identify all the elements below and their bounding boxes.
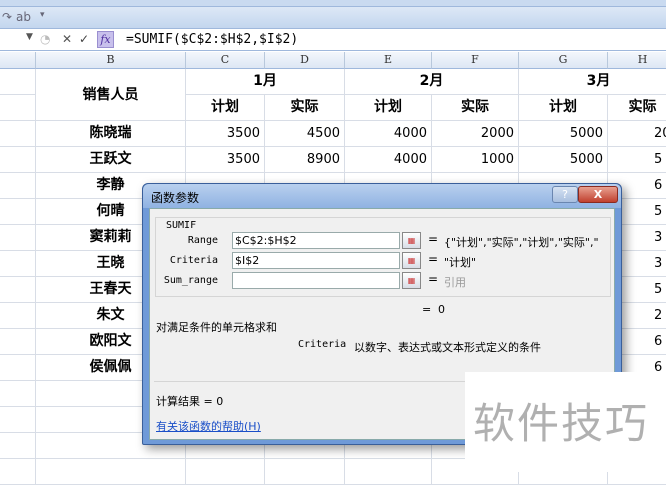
formula-bar: ▼ ◔ ✕ ✓ fx =SUMIF($C$2:$H$2,$I$2) [0, 29, 666, 51]
value-cell[interactable]: 20 [608, 121, 666, 147]
watermark: 软件技巧 [465, 372, 666, 472]
cell[interactable] [0, 251, 36, 277]
redo-icon[interactable]: ↷ [2, 10, 12, 24]
function-description: 对满足条件的单元格求和 [156, 321, 277, 334]
column-header-E[interactable]: E [345, 52, 432, 69]
salesperson-header[interactable]: 销售人员 [36, 69, 186, 121]
month-header[interactable]: 1月 [186, 69, 345, 95]
value-cell[interactable]: 4500 [265, 121, 345, 147]
cell[interactable] [265, 459, 345, 485]
plan-header[interactable]: 计划 [519, 95, 608, 121]
value-cell[interactable]: 4000 [345, 121, 432, 147]
arg-row-range: Range $C$2:$H$2 ▦ = {"计划","实际","计划","实际"… [156, 232, 612, 252]
column-header-D[interactable]: D [265, 52, 345, 69]
enter-icon[interactable]: ✓ [79, 32, 89, 46]
quick-access-toolbar: ↷ ab ▾ [0, 7, 666, 29]
equals-sign: = [422, 303, 432, 316]
arg-row-sum-range: Sum_range ▦ = 引用 [156, 272, 612, 292]
dialog-title-bar[interactable]: 函数参数 ? X [143, 184, 621, 208]
salesperson-name[interactable]: 陈晓瑞 [36, 121, 186, 147]
arg-result: 引用 [444, 276, 466, 289]
arg-label: Range [187, 235, 218, 246]
month-header[interactable]: 2月 [345, 69, 519, 95]
cell[interactable] [0, 277, 36, 303]
value-cell[interactable]: 1000 [432, 147, 519, 173]
month-header[interactable]: 3月 [519, 69, 666, 95]
cell[interactable] [345, 459, 432, 485]
range-input[interactable]: $C$2:$H$2 [232, 232, 400, 249]
arg-row-criteria: Criteria $I$2 ▦ = "计划" [156, 252, 612, 272]
cell[interactable] [0, 173, 36, 199]
watermark-text: 软件技巧 [473, 399, 650, 448]
value-cell[interactable]: 3500 [186, 121, 265, 147]
cell[interactable] [0, 433, 36, 459]
column-header-G[interactable]: G [519, 52, 608, 69]
cell[interactable] [0, 69, 36, 95]
formula-input[interactable]: =SUMIF($C$2:$H$2,$I$2) [126, 32, 298, 47]
cell[interactable] [0, 147, 36, 173]
arg-help-text: 以数字、表达式或文本形式定义的条件 [354, 341, 541, 354]
name-box-dropdown-icon[interactable]: ▼ [26, 32, 33, 42]
close-button[interactable]: X [578, 186, 618, 203]
cancel-icon[interactable]: ✕ [62, 32, 72, 46]
column-header-C[interactable]: C [186, 52, 265, 69]
collapse-dialog-icon[interactable]: ▦ [402, 252, 421, 269]
dialog-title: 函数参数 [151, 191, 200, 205]
actual-header[interactable]: 实际 [432, 95, 519, 121]
salesperson-name[interactable]: 王跃文 [36, 147, 186, 173]
cell[interactable] [0, 355, 36, 381]
cell[interactable] [0, 329, 36, 355]
plan-header[interactable]: 计划 [345, 95, 432, 121]
cell[interactable] [0, 121, 36, 147]
value-cell[interactable]: 4000 [345, 147, 432, 173]
expand-icon[interactable]: ◔ [40, 32, 50, 46]
sum-range-input[interactable] [232, 272, 400, 289]
arg-result: {"计划","实际","计划","实际"," [444, 236, 599, 249]
column-header-H[interactable]: H [608, 52, 666, 69]
function-name: SUMIF [164, 220, 199, 231]
cell[interactable] [0, 381, 36, 407]
cell[interactable] [0, 303, 36, 329]
collapse-dialog-icon[interactable]: ▦ [402, 272, 421, 289]
arg-help-name: Criteria [298, 339, 347, 350]
arg-result: "计划" [444, 256, 477, 269]
criteria-input[interactable]: $I$2 [232, 252, 400, 269]
arg-label: Sum_range [163, 275, 218, 286]
insert-function-button[interactable]: fx [97, 31, 114, 48]
cell[interactable] [0, 459, 36, 485]
cell[interactable] [0, 199, 36, 225]
help-link[interactable]: 有关该函数的帮助(H) [156, 418, 261, 434]
help-button[interactable]: ? [552, 186, 578, 203]
value-cell[interactable]: 2000 [432, 121, 519, 147]
arguments-group: SUMIF Range $C$2:$H$2 ▦ = {"计划","实际","计划… [155, 217, 611, 297]
value-cell[interactable]: 8900 [265, 147, 345, 173]
value-cell[interactable]: 5000 [519, 121, 608, 147]
column-header-B[interactable]: B [36, 52, 186, 69]
equals-sign: = [428, 232, 439, 246]
title-bar [0, 0, 666, 7]
actual-header[interactable]: 实际 [608, 95, 666, 121]
value-cell[interactable]: 3500 [186, 147, 265, 173]
column-header-A[interactable] [0, 52, 36, 69]
collapse-dialog-icon[interactable]: ▦ [402, 232, 421, 249]
cell[interactable] [0, 225, 36, 251]
customize-qat-icon[interactable]: ▾ [40, 10, 45, 20]
actual-header[interactable]: 实际 [265, 95, 345, 121]
column-header-F[interactable]: F [432, 52, 519, 69]
cell[interactable] [0, 95, 36, 121]
cell[interactable] [186, 459, 265, 485]
formula-result: 0 [438, 303, 445, 316]
calc-result: 计算结果 = 0 [156, 395, 224, 408]
format-icon[interactable]: ab [16, 10, 31, 24]
plan-header[interactable]: 计划 [186, 95, 265, 121]
equals-sign: = [428, 252, 439, 266]
arg-label: Criteria [169, 255, 218, 266]
equals-sign: = [428, 272, 439, 286]
cell[interactable] [0, 407, 36, 433]
value-cell[interactable]: 5000 [519, 147, 608, 173]
cell[interactable] [36, 459, 186, 485]
value-cell[interactable]: 5 [608, 147, 666, 173]
